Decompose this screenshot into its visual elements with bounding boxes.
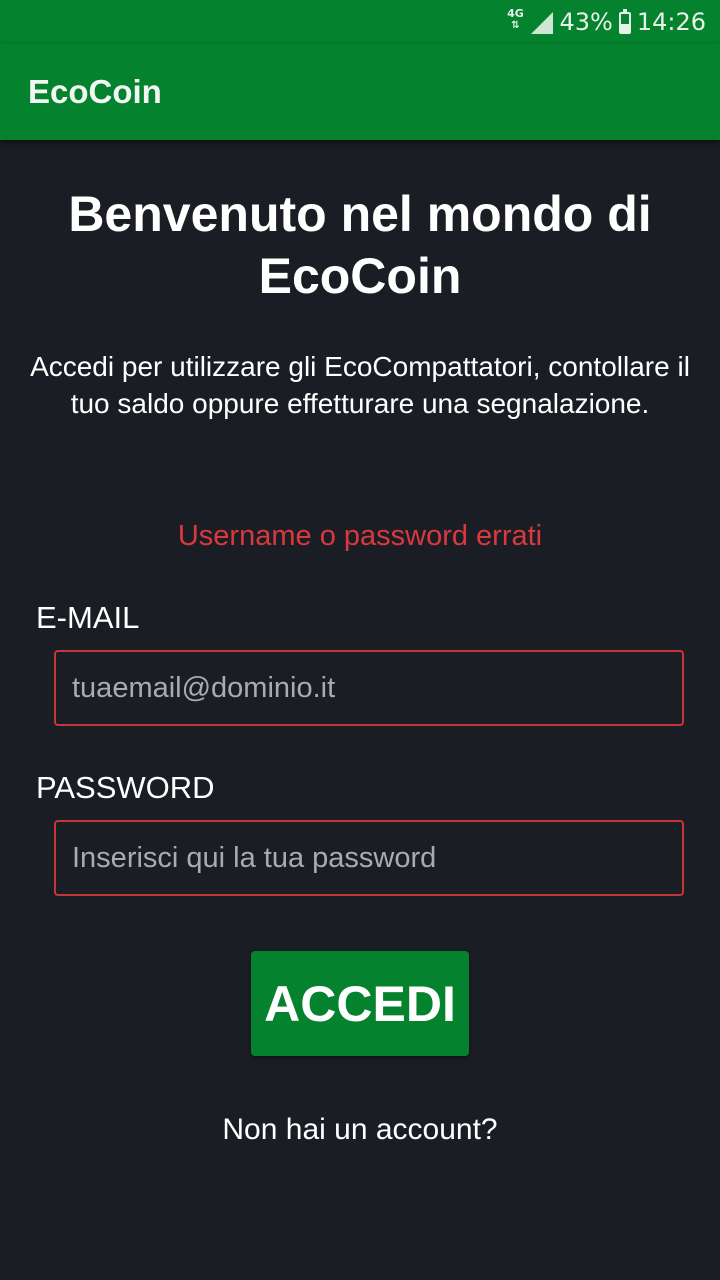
login-button[interactable]: ACCEDI [251, 951, 469, 1056]
status-indicators: 4G ⇅ 43% 14:26 [505, 6, 706, 38]
email-label: E-MAIL [36, 600, 140, 635]
welcome-title: Benvenuto nel mondo di EcoCoin [68, 186, 652, 304]
app-bar: EcoCoin [0, 44, 720, 140]
app-title: EcoCoin [28, 73, 162, 110]
password-label: PASSWORD [36, 770, 215, 805]
signup-link[interactable]: Non hai un account? [20, 1113, 700, 1147]
battery-percentage: 43% [559, 8, 613, 36]
login-error-message: Username o password errati [177, 520, 543, 552]
battery-icon [618, 8, 631, 34]
welcome-subtitle: Accedi per utilizzare gli EcoCompattator… [30, 351, 690, 419]
battery-fill [620, 23, 629, 32]
password-field[interactable] [54, 820, 684, 896]
status-bar: 4G ⇅ 43% 14:26 [0, 0, 720, 44]
network-type: 4G [507, 7, 524, 20]
network-4g-icon: 4G ⇅ [505, 8, 525, 36]
login-screen: 4G ⇅ 43% 14:26 EcoCoin Benvenuto nel mon… [0, 0, 720, 1280]
data-arrows-icon: ⇅ [511, 20, 520, 31]
signal-icon [531, 12, 554, 34]
email-field[interactable] [54, 650, 684, 726]
clock: 14:26 [636, 8, 706, 36]
